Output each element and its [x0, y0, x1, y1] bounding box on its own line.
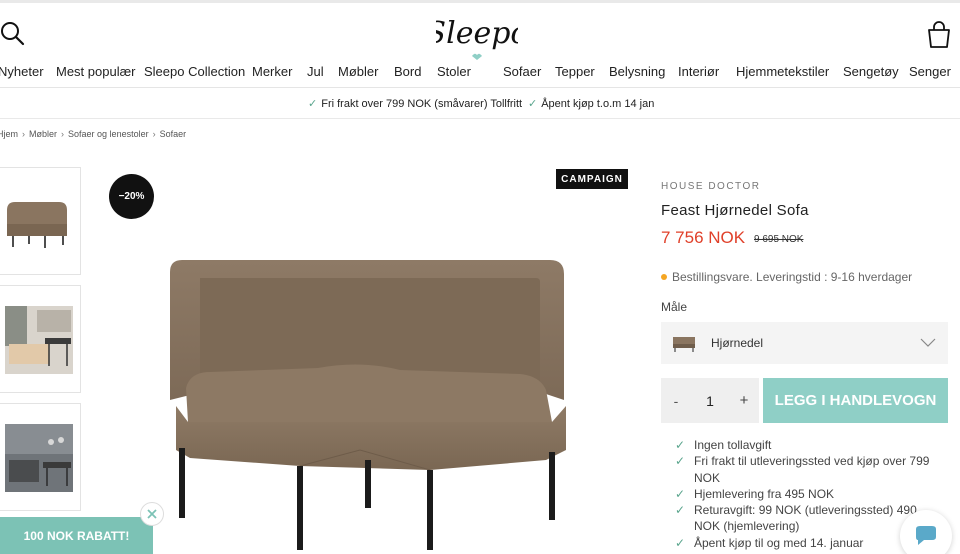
nav-item-mest-populaer[interactable]: Mest populær — [56, 64, 135, 79]
main-navigation: Nyheter Mest populær Sleepo Collection M… — [0, 62, 960, 88]
check-icon: ✓ — [528, 98, 538, 110]
nav-item-jul[interactable]: Jul — [307, 64, 324, 79]
stock-status: Bestillingsvare. Leveringstid : 9-16 hve… — [661, 270, 912, 284]
chevron-right-icon: › — [152, 129, 156, 139]
sleepo-logo[interactable]: Sleepo — [426, 9, 528, 63]
check-icon: ✓ — [675, 503, 686, 518]
usp-bar: ✓ Fri frakt over 799 NOK (småvarer) Tollf… — [0, 89, 960, 119]
nav-item-belysning[interactable]: Belysning — [609, 64, 665, 79]
variant-label: Måle — [661, 300, 688, 314]
benefit-item: ✓ Hjemlevering fra 495 NOK — [675, 486, 945, 502]
product-title: Feast Hjørnedel Sofa — [661, 202, 809, 219]
variant-thumbnail — [673, 337, 695, 352]
nav-item-sengetoy[interactable]: Sengetøy — [843, 64, 899, 79]
nav-item-nyheter[interactable]: Nyheter — [0, 64, 44, 79]
variant-value: Hjørnedel — [711, 336, 764, 350]
benefit-text: Fri frakt til utleveringssted ved kjøp o… — [694, 454, 930, 485]
product-old-price: 9 695 NOK — [754, 234, 804, 245]
nav-item-mobler[interactable]: Møbler — [338, 64, 378, 79]
variant-select[interactable]: Hjørnedel — [661, 322, 948, 364]
close-icon[interactable] — [140, 502, 164, 526]
nav-item-interior[interactable]: Interiør — [678, 64, 719, 79]
nav-item-senger[interactable]: Senger — [909, 64, 951, 79]
breadcrumb-item-sofaer-og-lenestoler[interactable]: Sofaer og lenestoler — [68, 129, 149, 139]
check-icon: ✓ — [308, 98, 318, 110]
quantity-decrease-button[interactable]: - — [661, 378, 691, 423]
add-to-cart-button[interactable]: LEGG I HANDLEVOGN — [763, 378, 948, 423]
search-icon[interactable] — [0, 21, 26, 47]
benefit-text: Hjemlevering fra 495 NOK — [694, 486, 835, 501]
logo-text: Sleepo — [436, 16, 518, 51]
benefit-item: ✓ Ingen tollavgift — [675, 437, 945, 453]
promo-discount-tab[interactable]: 100 NOK RABATT! — [0, 517, 153, 554]
usp-open-purchase: ✓ Åpent kjøp t.o.m 14 jan — [528, 97, 654, 110]
stock-status-dot-icon — [661, 273, 667, 280]
discount-badge: −20% — [109, 174, 154, 219]
benefit-text: Returavgift: 99 NOK (utleveringssted) 49… — [694, 503, 917, 534]
breadcrumb-item-mobler[interactable]: Møbler — [29, 129, 57, 139]
site-header: Sleepo — [0, 0, 960, 62]
chevron-right-icon: › — [61, 129, 65, 139]
check-icon: ✓ — [675, 438, 686, 452]
product-brand[interactable]: HOUSE DOCTOR — [661, 181, 761, 192]
breadcrumb: Hjem › Møbler › Sofaer og lenestoler › Sofaer — [0, 129, 186, 139]
nav-item-hjemmetekstiler[interactable]: Hjemmetekstiler — [736, 64, 829, 79]
check-icon: ✓ — [675, 535, 686, 550]
quantity-input[interactable]: 1 — [691, 378, 729, 423]
chevron-down-icon — [920, 338, 936, 347]
usp-text: Åpent kjøp t.o.m 14 jan — [541, 98, 655, 110]
campaign-badge: CAMPAIGN — [556, 169, 628, 189]
quantity-increase-button[interactable]: + — [729, 378, 759, 423]
nav-item-stoler[interactable]: Stoler — [437, 64, 471, 79]
chevron-right-icon: › — [22, 129, 26, 139]
cart-icon[interactable] — [926, 21, 952, 49]
stock-status-text: Bestillingsvare. Leveringstid : 9-16 hve… — [672, 270, 913, 284]
breadcrumb-item-home[interactable]: Hjem — [0, 129, 18, 139]
gallery-thumbnail-3[interactable] — [0, 403, 81, 511]
product-price: 7 756 NOK — [661, 228, 746, 247]
breadcrumb-item-sofaer[interactable]: Sofaer — [160, 129, 187, 139]
benefit-text: Åpent kjøp til og med 14. januar — [694, 535, 864, 550]
quantity-stepper: - 1 + — [661, 378, 759, 423]
nav-item-bord[interactable]: Bord — [394, 64, 421, 79]
gallery-thumbnail-2[interactable] — [0, 285, 81, 393]
check-icon: ✓ — [675, 486, 686, 501]
product-main-image[interactable] — [100, 160, 640, 554]
nav-item-merker[interactable]: Merker — [252, 64, 292, 79]
usp-text: Fri frakt over 799 NOK (småvarer) Tollfr… — [321, 98, 523, 110]
check-icon: ✓ — [675, 454, 686, 469]
nav-item-sofaer[interactable]: Sofaer — [503, 64, 541, 79]
benefit-item: ✓ Fri frakt til utleveringssted ved kjøp … — [675, 453, 945, 486]
gallery-thumbnail-1[interactable] — [0, 167, 81, 275]
usp-free-shipping: ✓ Fri frakt over 799 NOK (småvarer) Tollf… — [308, 97, 522, 110]
benefit-text: Ingen tollavgift — [694, 438, 772, 452]
nav-item-sleepo-collection[interactable]: Sleepo Collection — [144, 64, 245, 79]
chat-icon[interactable] — [900, 510, 952, 554]
nav-item-tepper[interactable]: Tepper — [555, 64, 595, 79]
